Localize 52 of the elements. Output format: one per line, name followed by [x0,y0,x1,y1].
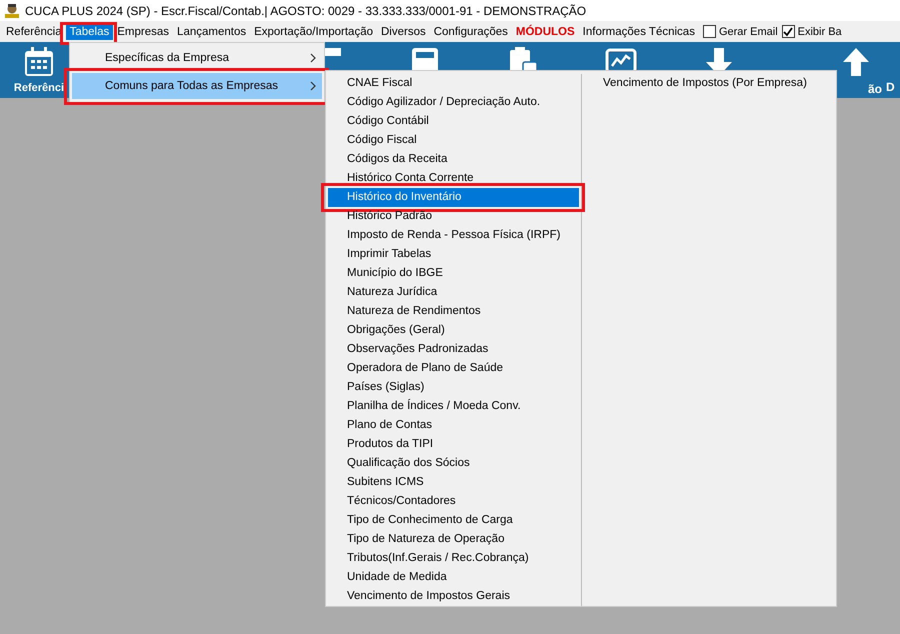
menu-item[interactable]: Subitens ICMS [328,473,579,492]
menu-item[interactable]: Comuns para Todas as Empresas [72,73,322,99]
menu-item[interactable]: Natureza Jurídica [328,283,579,302]
menu-item[interactable]: Códigos da Receita [328,150,579,169]
menu-item[interactable]: Produtos da TIPI [328,435,579,454]
chevron-right-icon [310,81,316,91]
menu-item[interactable]: Exportação/Importação [250,24,377,40]
window-title: CUCA PLUS 2024 (SP) - Escr.Fiscal/Contab.| AGOSTO: 0029 - 33.333.333/0001-91 - DEMONSTRAÇÃO [25,4,586,18]
menu-item[interactable]: Tributos(Inf.Gerais / Rec.Cobrança) [328,549,579,568]
checkbox[interactable] [702,25,716,38]
checkbox[interactable] [782,25,795,38]
menu-item[interactable]: Configurações [430,24,512,40]
menu-item[interactable]: Referência [2,24,66,40]
menu-item[interactable]: Natureza de Rendimentos [328,302,579,321]
menu-item[interactable]: Vencimento de Impostos (Por Empresa) [584,74,834,93]
menu-item[interactable]: Município do IBGE [328,264,579,283]
menu-item[interactable]: Técnicos/Contadores [328,492,579,511]
menu-item[interactable]: Código Fiscal [328,131,579,150]
menu-item[interactable]: Diversos [377,24,430,40]
toolbar-label[interactable]: ão [868,82,882,96]
toolbar-label[interactable]: D [886,80,895,94]
menu-item[interactable]: Código Agilizador / Depreciação Auto. [328,93,579,112]
toolbar-label[interactable]: Referênci [14,82,64,94]
menu-item[interactable]: Observações Padronizadas [328,340,579,359]
checkbox-label: Exibir Ba [798,26,842,38]
menu-item[interactable]: Imposto de Renda - Pessoa Física (IRPF) [328,226,579,245]
menu-item[interactable]: Tipo de Conhecimento de Carga [328,511,579,530]
chevron-right-icon [310,53,316,63]
menu-item[interactable]: Planilha de Índices / Moeda Conv. [328,397,579,416]
menu-item[interactable]: Histórico Conta Corrente [328,169,579,188]
menu-item[interactable]: Qualificação dos Sócios [328,454,579,473]
menu-item[interactable]: Histórico Padrão [328,207,579,226]
menu-item[interactable]: CNAE Fiscal [328,74,579,93]
arrow-up-icon[interactable] [840,46,872,78]
menu-item[interactable]: Empresas [113,24,174,40]
menu-item[interactable]: Unidade de Medida [328,568,579,587]
checkbox-label: Gerar Email [718,26,778,38]
menu-item[interactable]: MÓDULOS [512,24,579,40]
calendar-icon[interactable] [23,46,55,78]
menu-item[interactable]: Histórico do Inventário [328,188,579,207]
menu-item[interactable]: Informações Técnicas [578,24,699,40]
menu-item[interactable]: Código Contábil [328,112,579,131]
app-logo-icon [4,2,20,18]
menu-item[interactable]: Operadora de Plano de Saúde [328,359,579,378]
menu-item[interactable]: Imprimir Tabelas [328,245,579,264]
menu-item[interactable]: Vencimento de Impostos Gerais [328,587,579,606]
menu-item[interactable]: Plano de Contas [328,416,579,435]
menu-item[interactable]: Países (Siglas) [328,378,579,397]
menu-item[interactable]: Lançamentos [173,24,250,40]
menu-item[interactable]: Específicas da Empresa [72,45,322,71]
menu-item[interactable]: Tipo de Natureza de Operação [328,530,579,549]
menu-item[interactable]: Obrigações (Geral) [328,321,579,340]
